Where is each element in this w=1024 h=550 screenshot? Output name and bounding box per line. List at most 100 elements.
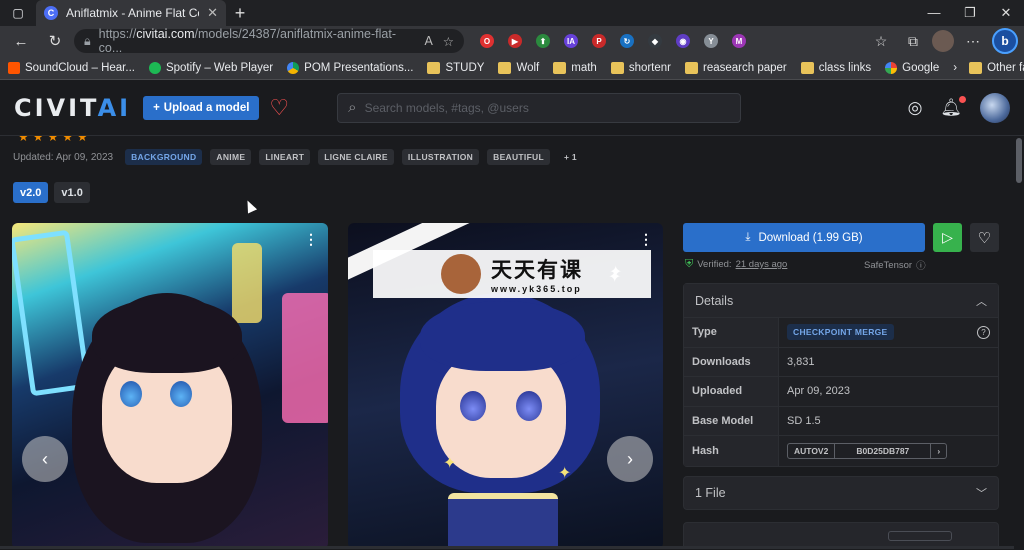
chevron-down-icon: ﹀ — [976, 488, 987, 500]
reload-icon[interactable]: ↻ — [40, 28, 70, 54]
character-eye — [170, 381, 192, 407]
notifications-bell-icon[interactable]: 🔔︎ — [940, 95, 966, 118]
character-eye — [516, 391, 542, 421]
bookmark-other-favorites[interactable]: Other favorites — [969, 61, 1024, 74]
info-icon[interactable]: ⓘ — [916, 258, 926, 272]
ext-pin-icon[interactable]: P — [588, 30, 610, 52]
character-eye — [120, 381, 142, 407]
more-tags-button[interactable]: + 1 — [558, 149, 583, 165]
tag-chip[interactable]: LIGNE CLAIRE — [318, 149, 394, 165]
gallery-image-1[interactable]: ⋮ ‹ — [12, 223, 328, 549]
chevron-up-icon: ︿ — [976, 295, 987, 308]
bookmark-math[interactable]: math — [553, 61, 597, 74]
download-button[interactable]: ⤓ Download (1.99 GB) — [683, 223, 925, 252]
favorite-model-button[interactable]: ♡ — [970, 223, 999, 252]
bookmark-spotify-web-player[interactable]: Spotify – Web Player — [148, 61, 273, 74]
ext-y-icon[interactable]: Y — [700, 30, 722, 52]
tab-actions-icon[interactable]: ▢ — [0, 0, 36, 26]
carousel-prev-button[interactable]: ‹ — [22, 436, 68, 482]
bookmark-shortenr[interactable]: shortenr — [610, 61, 671, 74]
bookmark-reasearch-paper[interactable]: reasearch paper — [685, 61, 787, 74]
ext-purple-icon[interactable]: M — [728, 30, 750, 52]
bookmark-class-links[interactable]: class links — [800, 61, 871, 74]
hash-control[interactable]: AUTOV2 B0D25DB787 › — [787, 442, 948, 459]
favorite-star-icon[interactable]: ☆ — [443, 34, 454, 49]
run-model-button[interactable]: ▷ — [933, 223, 962, 252]
ext-green-icon[interactable]: ⬆ — [532, 30, 554, 52]
collections-icon[interactable]: ⧉ — [900, 33, 926, 50]
new-tab-icon[interactable]: + — [226, 3, 254, 24]
neon-sign — [282, 293, 328, 423]
character-bangs — [92, 298, 242, 373]
horizontal-scrollbar[interactable] — [0, 546, 1014, 549]
collapsed-panel[interactable] — [683, 522, 999, 549]
sparkle-decoration: ✦ — [609, 264, 623, 281]
tag-chip[interactable]: BEAUTIFUL — [487, 149, 550, 165]
tag-chip[interactable]: ANIME — [210, 149, 252, 165]
read-aloud-icon[interactable]: A — [424, 34, 432, 49]
more-menu-icon[interactable]: ⋯ — [960, 33, 986, 50]
url-bar[interactable]: 🔒︎ https://civitai.com/models/24387/anif… — [74, 27, 464, 55]
ext-ia-icon[interactable]: IA — [560, 30, 582, 52]
bookmark-wolf[interactable]: Wolf — [498, 61, 539, 74]
ext-red-icon[interactable]: O — [476, 30, 498, 52]
favorites-icon[interactable]: ☆ — [868, 33, 894, 50]
bing-copilot-icon[interactable]: b — [992, 28, 1018, 54]
sparkle-decoration: ✦ — [443, 455, 457, 472]
back-icon[interactable]: ← — [6, 28, 36, 54]
tag-chip[interactable]: ILLUSTRATION — [401, 149, 480, 165]
version-button-v2[interactable]: v2.0 — [13, 182, 49, 203]
bookmark-study[interactable]: STUDY — [427, 61, 484, 74]
url-text: https://civitai.com/models/24387/aniflat… — [98, 27, 397, 55]
bookmark-google[interactable]: Google — [885, 61, 939, 74]
watermark-overlay: 天天有课 www.yk365.top ✦ — [373, 250, 651, 298]
close-window-icon[interactable]: ✕ — [988, 5, 1024, 21]
upload-model-button[interactable]: + Upload a model — [143, 95, 260, 120]
notification-dot — [959, 95, 966, 103]
minimize-icon[interactable]: — — [916, 5, 952, 21]
bookmarks-overflow-icon[interactable]: › — [953, 62, 957, 74]
ext-shield-glyph: ◆ — [648, 34, 662, 48]
folder-icon — [553, 61, 567, 74]
details-header[interactable]: Details ︿ — [684, 284, 998, 318]
detail-row-type: Type CHECKPOINT MERGE? — [684, 318, 998, 348]
version-button-v1[interactable]: v1.0 — [54, 182, 90, 203]
ext-blue-refresh-icon[interactable]: ↻ — [616, 30, 638, 52]
character-collar — [448, 493, 558, 549]
restore-icon[interactable]: ❐ — [952, 5, 988, 21]
hash-value[interactable]: B0D25DB787 — [835, 443, 932, 458]
page-scrollbar[interactable] — [1014, 136, 1024, 549]
hide-nsfw-eye-icon[interactable]: ◎ — [908, 98, 923, 118]
ext-y-glyph: Y — [704, 34, 718, 48]
folder-icon — [427, 61, 441, 74]
bookmark-soundcloud-hear[interactable]: SoundCloud – Hear... — [8, 61, 135, 74]
profile-icon[interactable] — [932, 30, 954, 52]
detail-row-downloads: Downloads 3,831 — [684, 347, 998, 377]
neon-sign — [232, 243, 262, 323]
image-menu-icon[interactable]: ⋮ — [304, 231, 318, 248]
liked-models-heart-icon[interactable]: ♡ — [269, 95, 289, 121]
carousel-next-button[interactable]: › — [607, 436, 653, 482]
hash-type[interactable]: AUTOV2 — [788, 443, 836, 458]
scrollbar-thumb[interactable] — [1016, 138, 1022, 183]
ext-youtube-icon[interactable]: ▶ — [504, 30, 526, 52]
model-meta-row: Updated: Apr 09, 2023 BACKGROUND ANIME L… — [13, 149, 583, 165]
heart-icon: ♡ — [977, 229, 992, 247]
civitai-logo[interactable]: CIVITAI — [14, 94, 131, 122]
tag-chip[interactable]: LINEART — [259, 149, 311, 165]
bookmark-pom-presentations[interactable]: POM Presentations... — [287, 61, 413, 74]
tag-chip[interactable]: BACKGROUND — [125, 149, 203, 165]
verified-date-link[interactable]: 21 days ago — [736, 259, 788, 270]
close-tab-icon[interactable]: ✕ — [207, 5, 218, 21]
ext-globe-icon[interactable]: ◉ — [672, 30, 694, 52]
files-panel-header[interactable]: 1 File ﹀ — [683, 476, 999, 510]
help-icon[interactable]: ? — [977, 325, 990, 339]
sparkle-decoration: ✦ — [558, 465, 572, 482]
chevron-right-icon[interactable]: › — [931, 444, 946, 458]
image-menu-icon[interactable]: ⋮ — [639, 231, 653, 248]
user-avatar[interactable] — [980, 92, 1010, 123]
ext-shield-icon[interactable]: ◆ — [644, 30, 666, 52]
search-input[interactable]: ⌕ Search models, #tags, @users — [337, 92, 742, 123]
browser-tab-active[interactable]: C Aniflatmix - Anime Flat Color Sty ✕ — [36, 0, 226, 26]
ext-red-glyph: O — [480, 34, 494, 48]
